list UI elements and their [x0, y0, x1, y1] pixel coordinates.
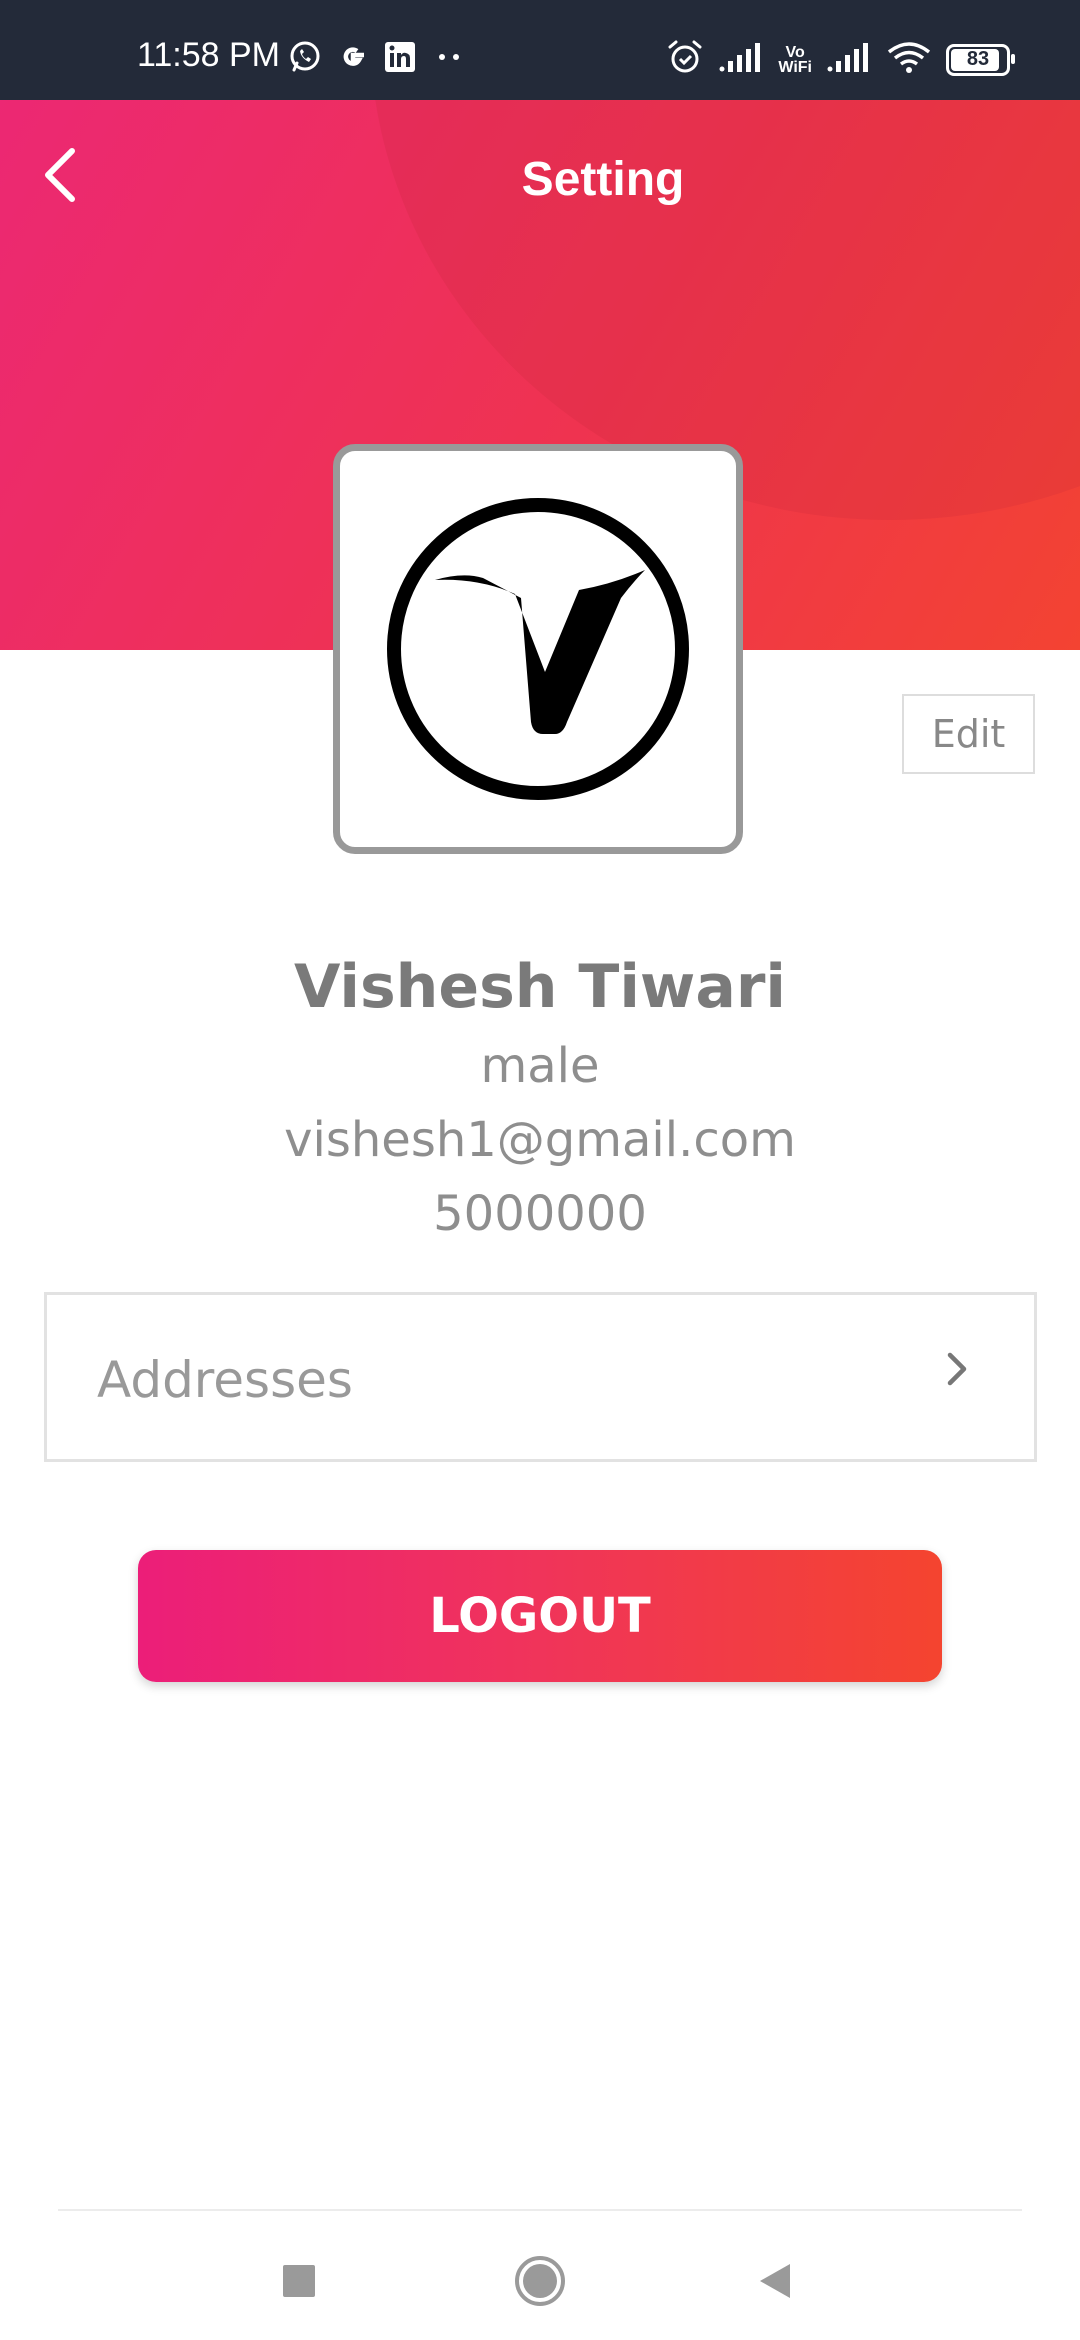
signal-icon [718, 41, 764, 78]
profile-phone: 5000000 [433, 1186, 647, 1242]
more-dots-icon [430, 47, 470, 72]
page-title: Setting [521, 153, 685, 206]
profile-email: vishesh1@gmail.com [284, 1112, 796, 1168]
avatar[interactable] [333, 444, 743, 854]
back-triangle-icon [760, 2264, 790, 2298]
battery-level: 83 [966, 48, 990, 70]
notification-icons [288, 40, 470, 79]
chevron-right-icon [947, 1352, 967, 1386]
profile-gender: male [480, 1038, 600, 1094]
linkedin-icon [384, 41, 416, 78]
recents-button[interactable] [269, 2251, 329, 2311]
v-logo-icon [387, 498, 689, 800]
status-bar: 11:58 PM Vo WiFi 83 [0, 0, 1080, 100]
edit-button[interactable]: Edit [902, 694, 1035, 774]
home-circle-icon [515, 2256, 565, 2306]
navigation-bar [0, 2211, 1080, 2340]
system-status-icons: Vo WiFi 83 [666, 38, 1015, 81]
signal-icon [826, 41, 872, 78]
vowifi-icon: Vo WiFi [778, 43, 812, 76]
system-back-button[interactable] [746, 2251, 806, 2311]
home-button[interactable] [510, 2251, 570, 2311]
addresses-row[interactable]: Addresses [44, 1292, 1037, 1462]
profile-name: Vishesh Tiwari [294, 952, 786, 1022]
logout-button[interactable]: LOGOUT [138, 1550, 942, 1682]
addresses-label: Addresses [97, 1351, 353, 1409]
recents-square-icon [283, 2265, 315, 2297]
battery-icon: 83 [946, 43, 1015, 76]
wifi-icon [886, 40, 932, 79]
status-time: 11:58 PM [137, 36, 281, 74]
alarm-icon [666, 38, 704, 81]
google-icon [336, 40, 370, 79]
whatsapp-icon [288, 40, 322, 79]
